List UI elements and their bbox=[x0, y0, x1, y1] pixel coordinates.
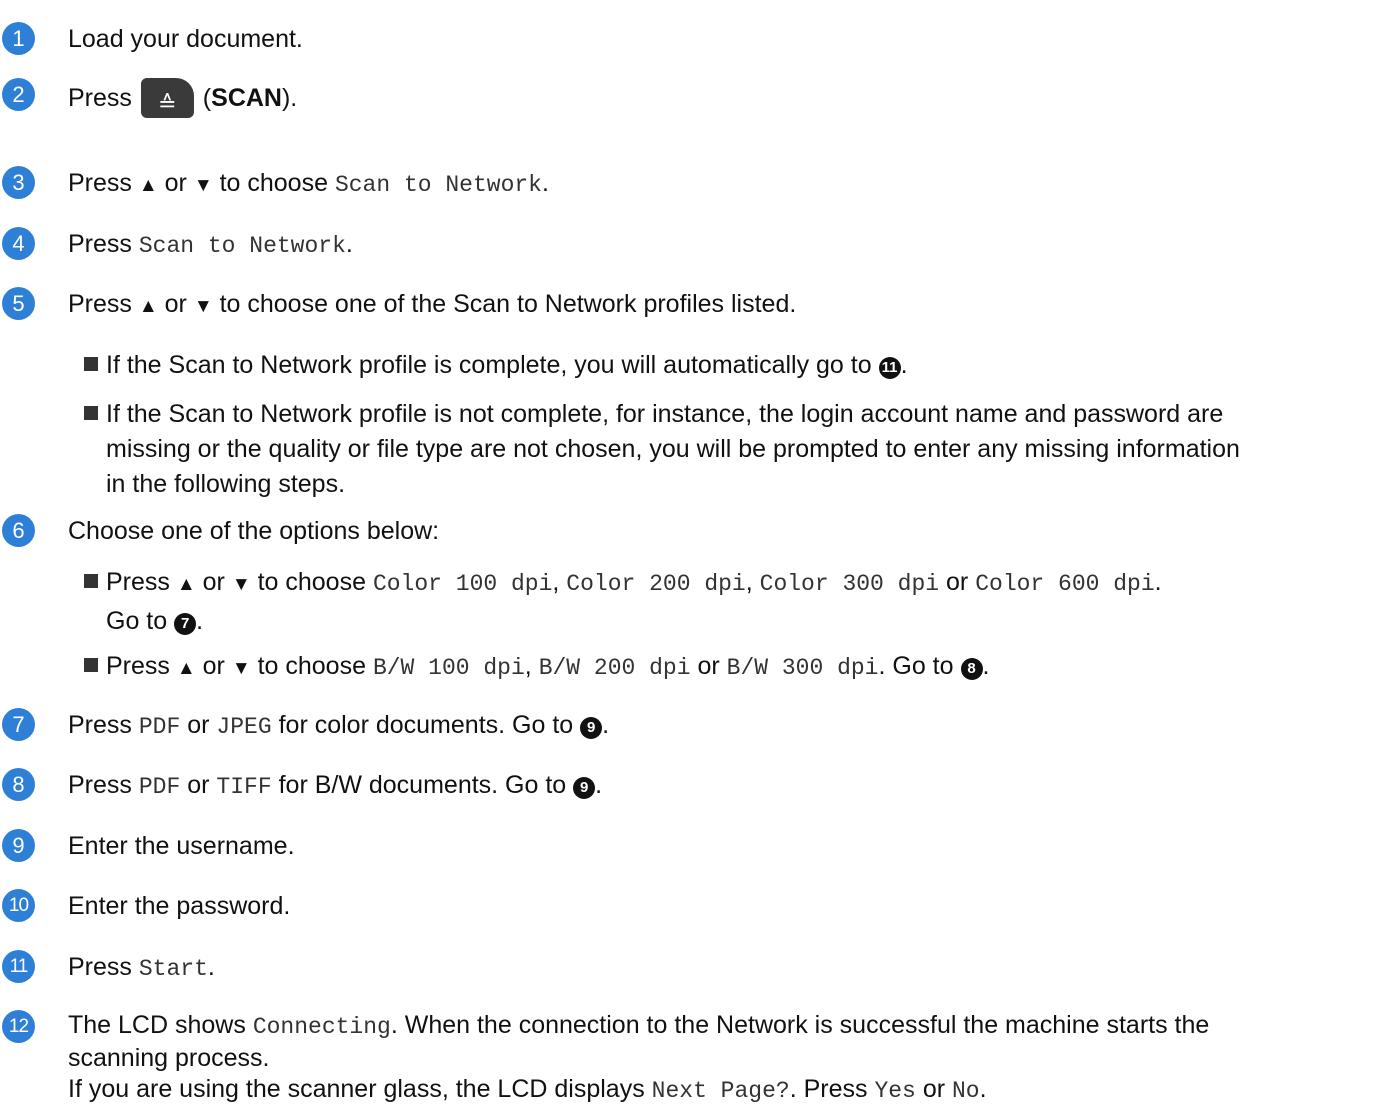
step-text: Choose one of the options below: bbox=[68, 517, 440, 545]
lcd-option: Color 600 dpi bbox=[975, 571, 1155, 597]
bullet-square-icon bbox=[84, 574, 98, 588]
lcd-option: B/W 300 dpi bbox=[726, 655, 879, 681]
bullet-square-icon bbox=[84, 406, 98, 420]
step-text: Press PDF or TIFF for B/W documents. Go … bbox=[68, 771, 603, 800]
step-number-badge: 2 bbox=[2, 78, 35, 111]
step-text: Press ▲ or ▼ to choose one of the Scan t… bbox=[68, 290, 797, 318]
bullet-item: If the Scan to Network profile is comple… bbox=[84, 348, 1391, 382]
lcd-option: PDF bbox=[138, 714, 181, 740]
step-text: Press ≙ (SCAN). bbox=[68, 78, 1391, 118]
step-text: Press ▲ or ▼ to choose Scan to Network. bbox=[68, 169, 549, 198]
manual-page: { "steps": [ {"num": "1", "text": "Load … bbox=[0, 0, 1395, 1113]
step-text: Enter the username. bbox=[68, 832, 295, 860]
lcd-option: Scan to Network bbox=[138, 233, 346, 259]
step-reference: 11 bbox=[878, 357, 901, 379]
lcd-option: Color 200 dpi bbox=[566, 571, 746, 597]
step-number-badge: 6 bbox=[2, 514, 35, 547]
down-arrow-icon: ▼ bbox=[231, 574, 251, 595]
lcd-option: JPEG bbox=[216, 714, 272, 740]
lcd-message: Connecting bbox=[252, 1014, 391, 1040]
step-number-badge: 4 bbox=[2, 227, 35, 260]
step-reference: 7 bbox=[174, 613, 197, 635]
step-reference: 9 bbox=[573, 777, 596, 799]
down-arrow-icon: ▼ bbox=[193, 296, 213, 317]
step-reference: 8 bbox=[960, 658, 983, 680]
lcd-option: B/W 200 dpi bbox=[538, 655, 691, 681]
lcd-message: Next Page? bbox=[651, 1078, 790, 1104]
up-arrow-icon: ▲ bbox=[138, 296, 158, 317]
step-text: Load your document. bbox=[68, 25, 303, 53]
step-reference: 9 bbox=[580, 717, 603, 739]
lcd-option: PDF bbox=[138, 774, 181, 800]
lcd-option: Color 300 dpi bbox=[759, 571, 940, 597]
bullet-square-icon bbox=[84, 658, 98, 672]
step-number-badge: 10 bbox=[2, 889, 35, 922]
step-text: Press PDF or JPEG for color documents. G… bbox=[68, 711, 610, 740]
up-arrow-icon: ▲ bbox=[176, 574, 196, 595]
step-number-badge: 9 bbox=[2, 829, 35, 862]
lcd-option: Yes bbox=[874, 1078, 916, 1104]
step-text: Press Scan to Network. bbox=[68, 230, 353, 259]
scan-key-icon: ≙ bbox=[140, 78, 194, 118]
step-number-badge: 8 bbox=[2, 768, 35, 801]
scan-label: SCAN bbox=[211, 84, 282, 112]
step-number-badge: 7 bbox=[2, 708, 35, 741]
step-number-badge: 5 bbox=[2, 287, 35, 320]
bullet-item: Press ▲ or ▼ to choose B/W 100 dpi, B/W … bbox=[84, 649, 1391, 686]
lcd-option: No bbox=[952, 1078, 980, 1104]
up-arrow-icon: ▲ bbox=[176, 658, 196, 679]
lcd-option: B/W 100 dpi bbox=[372, 655, 525, 681]
step-number-badge: 11 bbox=[2, 950, 35, 983]
bullet-square-icon bbox=[84, 357, 98, 371]
up-arrow-icon: ▲ bbox=[138, 175, 158, 196]
step-number-badge: 1 bbox=[2, 22, 35, 55]
down-arrow-icon: ▼ bbox=[231, 658, 251, 679]
bullet-item: Press ▲ or ▼ to choose Color 100 dpi, Co… bbox=[84, 564, 1391, 639]
lcd-option: Start bbox=[138, 956, 208, 982]
step-text: The LCD shows Connecting. When the conne… bbox=[68, 1011, 1210, 1104]
lcd-option: Color 100 dpi bbox=[372, 571, 553, 597]
step-number-badge: 12 bbox=[2, 1010, 35, 1043]
lcd-option: Scan to Network bbox=[334, 172, 542, 198]
down-arrow-icon: ▼ bbox=[193, 175, 213, 196]
bullet-item: If the Scan to Network profile is not co… bbox=[84, 397, 1391, 502]
step-text: Enter the password. bbox=[68, 892, 291, 920]
step-number-badge: 3 bbox=[2, 166, 35, 199]
step-text: Press Start. bbox=[68, 953, 215, 982]
lcd-option: TIFF bbox=[216, 774, 272, 800]
